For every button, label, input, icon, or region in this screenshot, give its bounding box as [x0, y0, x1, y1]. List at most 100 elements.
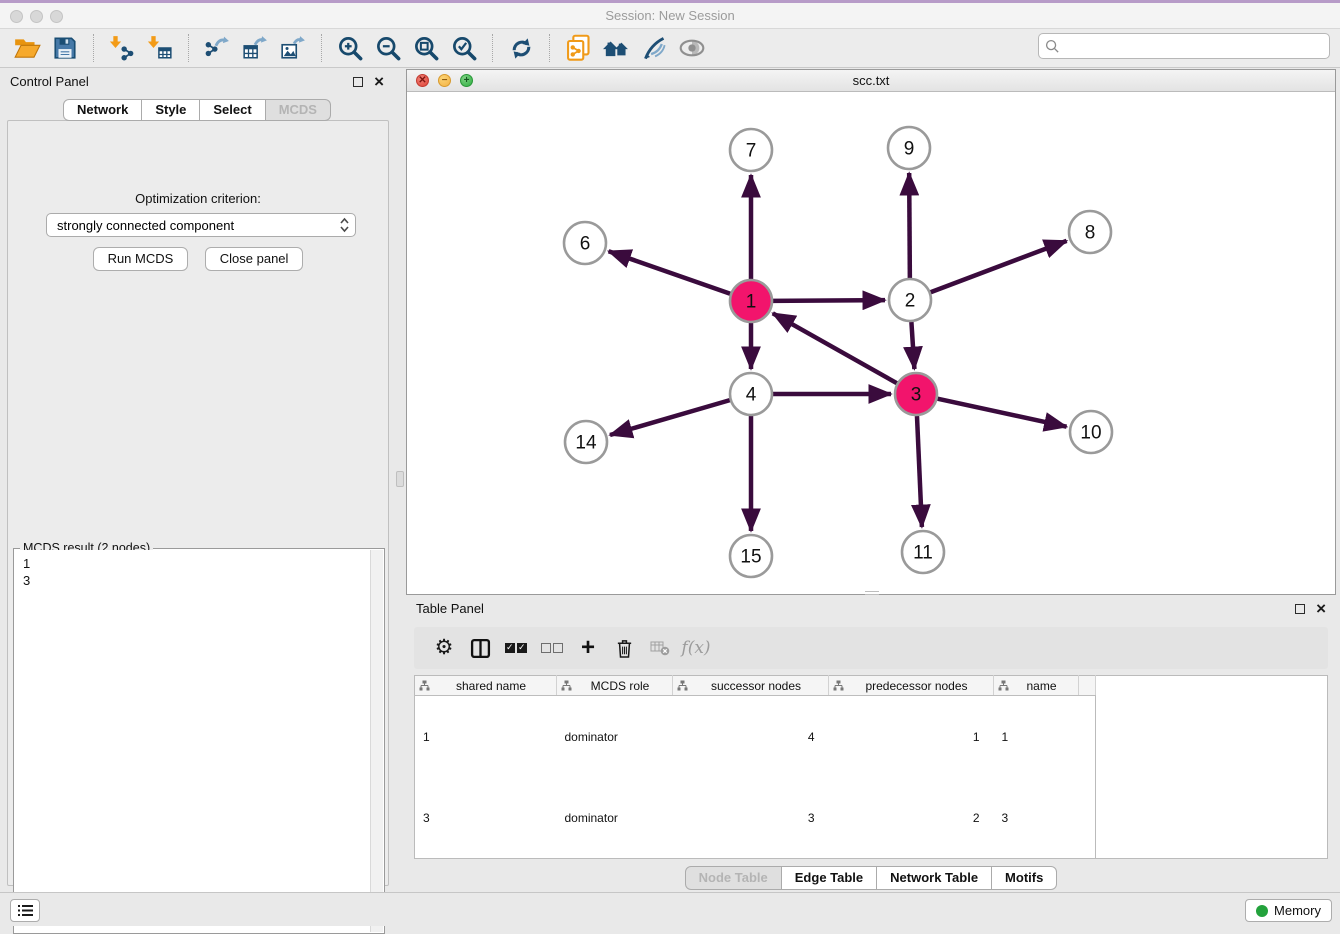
settings-gear-icon[interactable]: ⚙ [426, 632, 462, 664]
edge-1-2[interactable] [773, 300, 885, 301]
edge-2-3[interactable] [911, 322, 914, 369]
select-all-columns-icon[interactable] [498, 632, 534, 664]
table-cell[interactable]: 3 [994, 777, 1079, 859]
control-panel: Control Panel × NetworkStyleSelectMCDS O… [0, 68, 394, 892]
tab-motifs[interactable]: Motifs [992, 866, 1057, 890]
edge-3-1[interactable] [773, 313, 897, 383]
zoom-fit-icon[interactable] [409, 32, 443, 64]
copy-network-icon[interactable] [561, 32, 595, 64]
node-2[interactable]: 2 [889, 279, 931, 321]
search-input[interactable] [1065, 39, 1323, 54]
panel-splitter[interactable] [394, 68, 406, 892]
close-panel-icon[interactable]: × [374, 77, 384, 87]
main-toolbar [0, 29, 1340, 68]
table-cell[interactable]: 1 [994, 696, 1079, 778]
deselect-all-columns-icon[interactable] [534, 632, 570, 664]
table-toolbar: ⚙ + f(x) [414, 627, 1328, 669]
table-row[interactable]: 1dominator411 [415, 696, 1096, 778]
toolbar-separator [93, 34, 94, 62]
window-title: Session: New Session [0, 8, 1340, 23]
node-6[interactable]: 6 [564, 222, 606, 264]
tab-select[interactable]: Select [200, 99, 265, 121]
table-row[interactable]: 3dominator323 [415, 777, 1096, 859]
zoom-out-icon[interactable] [371, 32, 405, 64]
node-3[interactable]: 3 [895, 373, 937, 415]
table-cell[interactable]: 1 [829, 696, 994, 778]
table-cell[interactable]: 1 [415, 696, 557, 778]
network-graph[interactable]: 7 9 6 8 1 2 4 3 14 10 15 11 [407, 92, 1335, 594]
column-layout-icon[interactable] [462, 632, 498, 664]
tab-network[interactable]: Network [63, 99, 142, 121]
node-15[interactable]: 15 [730, 535, 772, 577]
task-history-button[interactable] [10, 899, 40, 922]
memory-button[interactable]: Memory [1245, 899, 1332, 922]
column-header-name[interactable]: name [994, 676, 1079, 696]
import-network-icon[interactable] [105, 32, 139, 64]
delete-column-icon[interactable] [606, 632, 642, 664]
splitter-grip[interactable] [396, 471, 404, 487]
home-view-icon[interactable] [599, 32, 633, 64]
refresh-view-icon[interactable] [504, 32, 538, 64]
network-canvas[interactable]: 7 9 6 8 1 2 4 3 14 10 15 11 [407, 92, 1335, 594]
edge-3-11[interactable] [917, 416, 922, 527]
optimization-criterion-label: Optimization criterion: [8, 191, 388, 206]
criterion-dropdown[interactable]: strongly connected component [46, 213, 356, 237]
mcds-tab-content: Optimization criterion: strongly connect… [7, 120, 389, 886]
export-network-icon[interactable] [200, 32, 234, 64]
apply-style-icon[interactable] [637, 32, 671, 64]
float-panel-icon[interactable] [353, 77, 363, 87]
toolbar-separator [549, 34, 550, 62]
node-4[interactable]: 4 [730, 373, 772, 415]
tab-mcds[interactable]: MCDS [266, 99, 331, 121]
table-cell[interactable]: dominator [557, 777, 673, 859]
open-file-icon[interactable] [10, 32, 44, 64]
column-header-predecessor-nodes[interactable]: predecessor nodes [829, 676, 994, 696]
zoom-in-icon[interactable] [333, 32, 367, 64]
column-header-mcds-role[interactable]: MCDS role [557, 676, 673, 696]
column-header-shared-name[interactable]: shared name [415, 676, 557, 696]
table-cell[interactable]: 3 [415, 777, 557, 859]
table-cell[interactable]: 3 [673, 777, 829, 859]
network-window-titlebar[interactable]: ✕ − + scc.txt [407, 70, 1335, 92]
export-table-icon[interactable] [238, 32, 272, 64]
edge-1-6[interactable] [609, 251, 731, 293]
node-8[interactable]: 8 [1069, 211, 1111, 253]
toolbar-separator [492, 34, 493, 62]
dropdown-stepper-icon [340, 217, 349, 233]
table-cell[interactable]: 4 [673, 696, 829, 778]
run-mcds-button[interactable]: Run MCDS [93, 247, 189, 271]
close-table-panel-icon[interactable]: × [1316, 604, 1326, 614]
node-11[interactable]: 11 [902, 531, 944, 573]
node-14[interactable]: 14 [565, 421, 607, 463]
tab-node-table[interactable]: Node Table [685, 866, 782, 890]
export-image-icon[interactable] [276, 32, 310, 64]
result-scrollbar[interactable] [370, 550, 383, 932]
node-10[interactable]: 10 [1070, 411, 1112, 453]
column-header-successor-nodes[interactable]: successor nodes [673, 676, 829, 696]
close-panel-button[interactable]: Close panel [205, 247, 304, 271]
edge-2-8[interactable] [931, 241, 1067, 292]
table-cell[interactable]: dominator [557, 696, 673, 778]
tab-network-table[interactable]: Network Table [877, 866, 992, 890]
search-icon [1045, 39, 1060, 54]
edge-2-9[interactable] [909, 173, 910, 278]
node-1[interactable]: 1 [730, 280, 772, 322]
node-7[interactable]: 7 [730, 129, 772, 171]
save-session-icon[interactable] [48, 32, 82, 64]
node-table-body: 1dominator4113dominator323 [415, 696, 1096, 859]
edge-4-14[interactable] [610, 400, 730, 435]
edge-3-10[interactable] [937, 399, 1066, 427]
float-table-panel-icon[interactable] [1295, 604, 1305, 614]
add-column-icon[interactable]: + [570, 632, 606, 664]
tab-style[interactable]: Style [142, 99, 200, 121]
import-table-icon[interactable] [143, 32, 177, 64]
svg-text:14: 14 [575, 433, 597, 454]
zoom-selected-icon[interactable] [447, 32, 481, 64]
result-line: 3 [23, 572, 362, 589]
svg-text:3: 3 [911, 385, 922, 406]
tab-edge-table[interactable]: Edge Table [782, 866, 877, 890]
node-9[interactable]: 9 [888, 127, 930, 169]
svg-text:4: 4 [746, 385, 757, 406]
search-box[interactable] [1038, 33, 1330, 59]
table-cell[interactable]: 2 [829, 777, 994, 859]
